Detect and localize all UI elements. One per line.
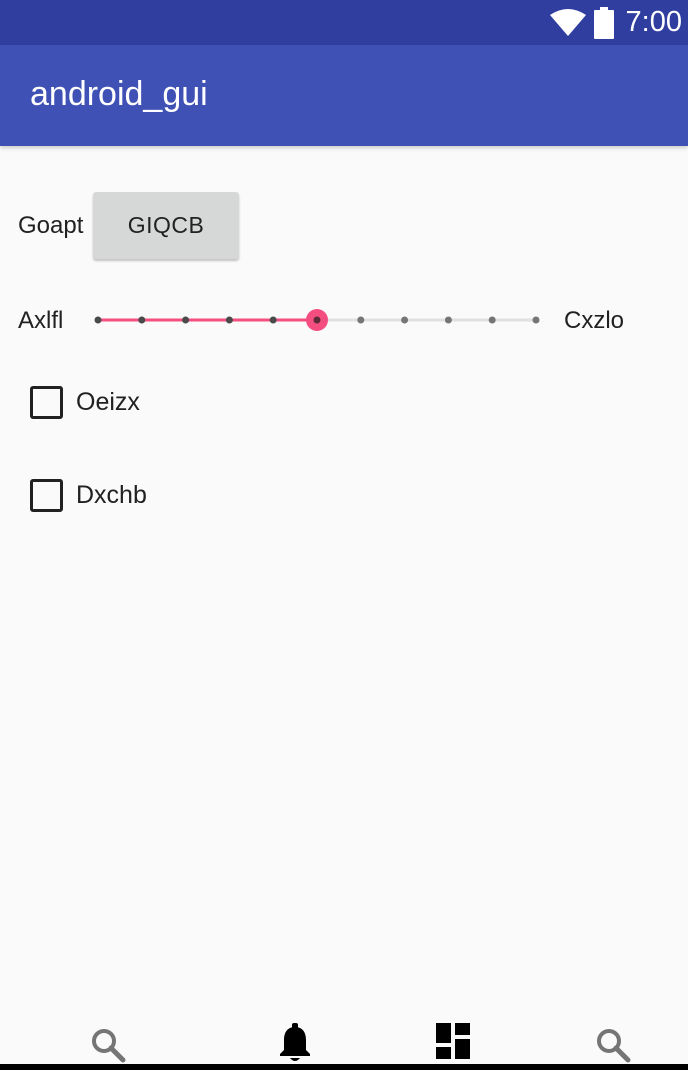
checkbox-label: Oeizx: [76, 387, 140, 416]
seekbar-tick: [401, 316, 409, 324]
seekbar-thumb-tick: [313, 316, 321, 324]
seekbar-tick: [138, 316, 146, 324]
checkbox-box[interactable]: [30, 385, 63, 419]
app-bar: android_gui: [0, 45, 688, 146]
seekbar-tick: [94, 316, 102, 324]
bottom-navigation: [0, 1015, 688, 1070]
nav-item-dashboard[interactable]: [428, 1023, 478, 1067]
discrete-seekbar[interactable]: [84, 300, 550, 340]
app-title: android_gui: [30, 75, 208, 113]
seekbar-tick: [444, 316, 452, 324]
status-icons: 7:00: [549, 0, 682, 45]
seekbar-tick: [269, 316, 277, 324]
giqcb-button[interactable]: GIQCB: [93, 192, 239, 259]
status-bar: 7:00: [0, 0, 688, 45]
goapt-label: Goapt: [18, 212, 84, 239]
nav-item-search[interactable]: [83, 1023, 133, 1067]
nav-item-search-2[interactable]: [588, 1023, 638, 1067]
seekbar-tick: [182, 316, 190, 324]
wifi-icon: [549, 8, 586, 36]
seekbar-tick: [357, 316, 365, 324]
nav-item-notifications[interactable]: [270, 1023, 320, 1067]
seekbar-right-label: Cxzlo: [564, 307, 625, 334]
bell-icon: [280, 1023, 310, 1061]
screen-bottom-edge: [0, 1064, 688, 1070]
dashboard-icon: [436, 1023, 470, 1059]
checkbox-oeizx[interactable]: Oeizx: [30, 380, 140, 424]
seekbar-left-label: Axlfl: [18, 307, 64, 334]
seekbar-tick: [532, 316, 540, 324]
search-icon: [597, 1029, 631, 1063]
checkbox-dxchb[interactable]: Dxchb: [30, 473, 147, 517]
status-time: 7:00: [625, 6, 682, 38]
battery-icon: [593, 6, 614, 39]
seekbar-tick: [488, 316, 496, 324]
checkbox-box[interactable]: [30, 478, 63, 512]
seekbar-tick: [225, 316, 233, 324]
search-icon: [92, 1029, 126, 1063]
checkbox-label: Dxchb: [76, 480, 147, 509]
